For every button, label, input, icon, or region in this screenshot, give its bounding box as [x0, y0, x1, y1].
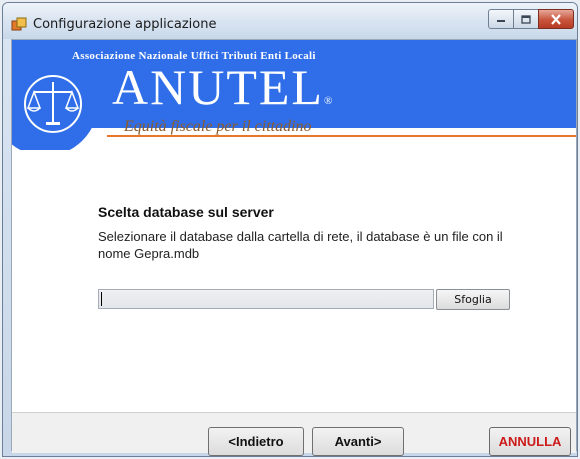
slogan: Equità fiscale per il cittadino: [124, 118, 312, 135]
scales-of-justice-icon: [24, 75, 82, 133]
next-button[interactable]: Avanti>: [312, 427, 404, 456]
minimize-icon: [497, 20, 505, 22]
logo-text: ANUTEL: [112, 59, 324, 115]
window-title: Configurazione applicazione: [33, 17, 217, 32]
application-window: Configurazione applicazione Associazione…: [2, 2, 578, 457]
title-bar[interactable]: Configurazione applicazione: [3, 3, 577, 39]
back-button[interactable]: <Indietro: [208, 427, 304, 456]
minimize-button[interactable]: [488, 9, 514, 29]
browse-button[interactable]: Sfoglia: [436, 289, 510, 310]
anutel-banner: Associazione Nazionale Uffici Tributi En…: [12, 40, 576, 150]
maximize-icon: [521, 14, 531, 24]
anutel-logo: ANUTEL®: [112, 62, 332, 112]
maximize-button[interactable]: [513, 9, 539, 29]
close-icon: [551, 13, 561, 25]
wizard-panel: Associazione Nazionale Uffici Tributi En…: [11, 39, 577, 456]
registered-mark: ®: [323, 95, 333, 107]
wizard-footer: <Indietro Avanti> ANNULLA: [12, 412, 576, 456]
app-icon: [11, 17, 27, 31]
cancel-button[interactable]: ANNULLA: [489, 427, 571, 456]
close-button[interactable]: [538, 9, 574, 29]
step-heading: Scelta database sul server: [98, 204, 274, 220]
database-path-input[interactable]: [98, 289, 434, 309]
text-caret: [101, 292, 102, 306]
step-description: Selezionare il database dalla cartella d…: [98, 229, 503, 261]
